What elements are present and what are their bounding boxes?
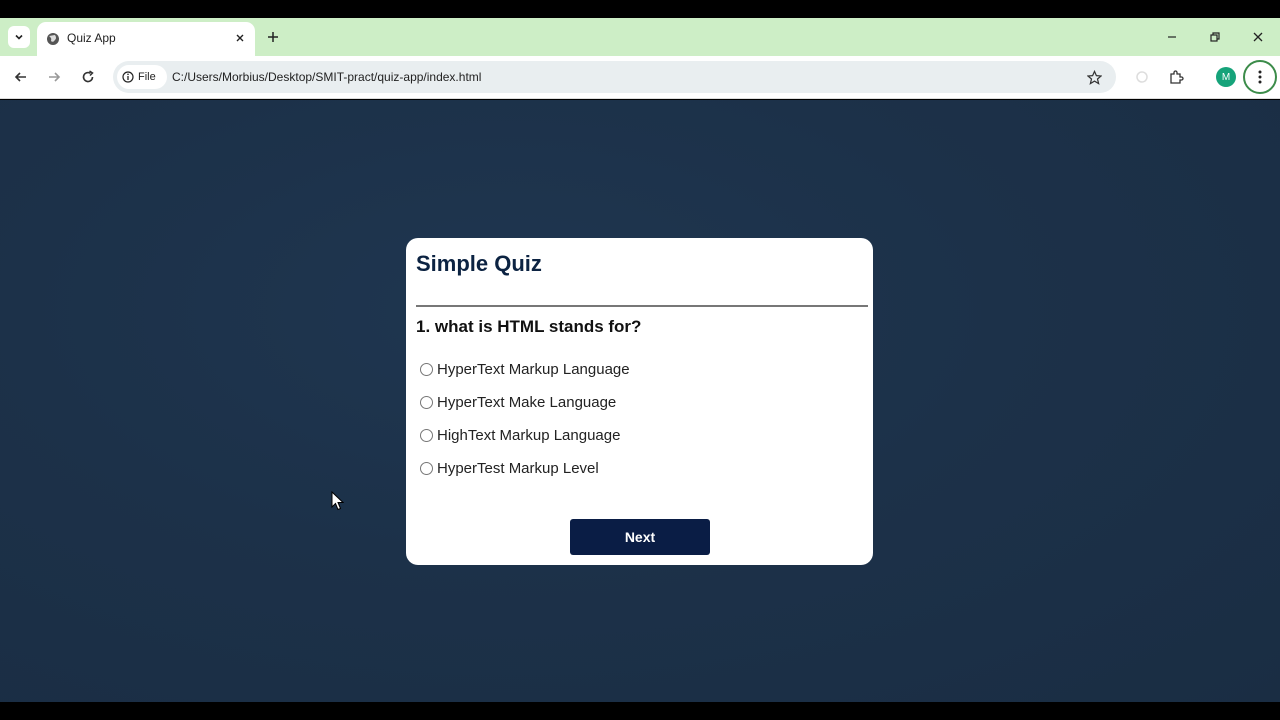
tab-search-button[interactable] <box>8 26 30 48</box>
chevron-down-icon <box>15 34 23 40</box>
tab-strip: Quiz App <box>0 18 1280 56</box>
forward-icon <box>49 72 61 82</box>
minimize-button[interactable] <box>1162 27 1182 47</box>
window-close-button[interactable] <box>1248 27 1268 47</box>
site-chip-label: File <box>138 71 156 83</box>
browser-menu-button[interactable] <box>1243 60 1277 94</box>
restore-icon <box>1210 32 1220 42</box>
screen-bottom-bar <box>0 702 1280 720</box>
profile-avatar[interactable]: M <box>1216 67 1236 87</box>
answer-option-label: HyperText Markup Language <box>437 361 630 378</box>
globe-icon <box>47 33 59 45</box>
answer-option-1[interactable]: HyperText Markup Language <box>420 353 630 386</box>
screen-top-bar <box>0 0 1280 18</box>
close-icon <box>236 34 244 42</box>
tab-title: Quiz App <box>67 31 116 45</box>
answer-option-2[interactable]: HyperText Make Language <box>420 386 630 419</box>
browser-toolbar: File C:/Users/Morbius/Desktop/SMIT-pract… <box>0 56 1280 99</box>
reload-button[interactable] <box>78 67 98 87</box>
answer-option-label: HyperTest Markup Level <box>437 460 599 477</box>
minimize-icon <box>1168 36 1176 38</box>
loading-indicator <box>1132 67 1152 87</box>
back-icon <box>14 72 26 82</box>
radio-button[interactable] <box>420 462 433 475</box>
radio-button[interactable] <box>420 363 433 376</box>
info-icon <box>122 71 134 83</box>
reload-icon <box>82 70 94 83</box>
address-bar[interactable]: File C:/Users/Morbius/Desktop/SMIT-pract… <box>113 61 1116 93</box>
answer-option-3[interactable]: HighText Markup Language <box>420 419 630 452</box>
spinner-icon <box>1136 71 1148 83</box>
tab-close-button[interactable] <box>233 31 247 45</box>
url-text: C:/Users/Morbius/Desktop/SMIT-pract/quiz… <box>172 70 482 84</box>
restore-button[interactable] <box>1205 27 1225 47</box>
answer-option-label: HyperText Make Language <box>437 394 617 411</box>
title-divider <box>416 305 868 307</box>
more-vert-icon <box>1258 70 1262 84</box>
extensions-button[interactable] <box>1166 67 1186 87</box>
tab-quiz-app[interactable]: Quiz App <box>37 22 255 56</box>
new-tab-button[interactable] <box>264 28 282 46</box>
answer-option-label: HighText Markup Language <box>437 427 621 444</box>
back-button[interactable] <box>11 67 31 87</box>
close-icon <box>1253 32 1263 42</box>
next-button[interactable]: Next <box>570 519 710 555</box>
site-info-chip[interactable]: File <box>117 65 167 89</box>
answer-option-4[interactable]: HyperTest Markup Level <box>420 452 630 485</box>
star-icon <box>1086 69 1102 85</box>
radio-button[interactable] <box>420 429 433 442</box>
plus-icon <box>268 32 278 42</box>
radio-button[interactable] <box>420 396 433 409</box>
forward-button[interactable] <box>44 67 64 87</box>
quiz-card: Simple Quiz 1. what is HTML stands for? … <box>406 238 873 565</box>
cursor-icon <box>331 491 345 511</box>
page-background: Simple Quiz 1. what is HTML stands for? … <box>0 100 1280 702</box>
extension-icon <box>1170 70 1184 84</box>
quiz-title: Simple Quiz <box>416 251 542 276</box>
answer-options: HyperText Markup Language HyperText Make… <box>420 353 630 485</box>
bookmark-button[interactable] <box>1085 68 1103 86</box>
question-text: 1. what is HTML stands for? <box>416 317 642 336</box>
